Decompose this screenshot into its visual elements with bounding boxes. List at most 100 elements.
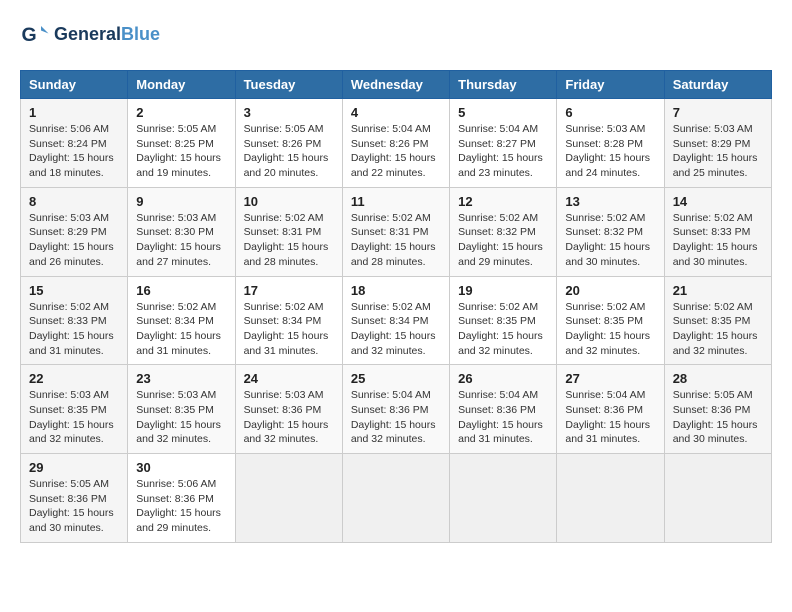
- day-info: Sunrise: 5:04 AMSunset: 8:36 PMDaylight:…: [351, 388, 441, 447]
- calendar-day-cell: 29 Sunrise: 5:05 AMSunset: 8:36 PMDayligh…: [21, 454, 128, 543]
- day-info: Sunrise: 5:02 AMSunset: 8:34 PMDaylight:…: [136, 300, 226, 359]
- day-info: Sunrise: 5:03 AMSunset: 8:29 PMDaylight:…: [673, 122, 763, 181]
- day-number: 4: [351, 105, 441, 120]
- weekday-header: Tuesday: [235, 71, 342, 99]
- logo-icon: G: [20, 20, 50, 50]
- calendar-day-cell: 13Sunrise: 5:02 AMSunset: 8:32 PMDayligh…: [557, 187, 664, 276]
- calendar-day-cell: 12 Sunrise: 5:02 AMSunset: 8:32 PMDayligh…: [450, 187, 557, 276]
- calendar-day-cell: 19 Sunrise: 5:02 AMSunset: 8:35 PMDayligh…: [450, 276, 557, 365]
- calendar-day-cell: 1 Sunrise: 5:06 AMSunset: 8:24 PMDaylight…: [21, 99, 128, 188]
- calendar-week-row: 15 Sunrise: 5:02 AMSunset: 8:33 PMDayligh…: [21, 276, 772, 365]
- day-info: Sunrise: 5:06 AMSunset: 8:24 PMDaylight:…: [29, 122, 119, 181]
- day-number: 30: [136, 460, 226, 475]
- weekday-header: Sunday: [21, 71, 128, 99]
- calendar-day-cell: 2 Sunrise: 5:05 AMSunset: 8:25 PMDaylight…: [128, 99, 235, 188]
- calendar-week-row: 1 Sunrise: 5:06 AMSunset: 8:24 PMDaylight…: [21, 99, 772, 188]
- calendar-day-cell: 25 Sunrise: 5:04 AMSunset: 8:36 PMDayligh…: [342, 365, 449, 454]
- day-info: Sunrise: 5:02 AMSunset: 8:35 PMDaylight:…: [458, 300, 548, 359]
- calendar-day-cell: 15 Sunrise: 5:02 AMSunset: 8:33 PMDayligh…: [21, 276, 128, 365]
- day-number: 18: [351, 283, 441, 298]
- calendar-day-cell: 28Sunrise: 5:05 AMSunset: 8:36 PMDayligh…: [664, 365, 771, 454]
- day-number: 20: [565, 283, 655, 298]
- day-info: Sunrise: 5:02 AMSunset: 8:32 PMDaylight:…: [565, 211, 655, 270]
- day-info: Sunrise: 5:03 AMSunset: 8:29 PMDaylight:…: [29, 211, 119, 270]
- logo: G GeneralBlue: [20, 20, 160, 50]
- calendar-day-cell: 23 Sunrise: 5:03 AMSunset: 8:35 PMDayligh…: [128, 365, 235, 454]
- day-number: 17: [244, 283, 334, 298]
- calendar-day-cell: 20 Sunrise: 5:02 AMSunset: 8:35 PMDayligh…: [557, 276, 664, 365]
- day-info: Sunrise: 5:02 AMSunset: 8:35 PMDaylight:…: [673, 300, 763, 359]
- day-number: 3: [244, 105, 334, 120]
- day-info: Sunrise: 5:02 AMSunset: 8:32 PMDaylight:…: [458, 211, 548, 270]
- day-number: 27: [565, 371, 655, 386]
- calendar-day-cell: 6 Sunrise: 5:03 AMSunset: 8:28 PMDaylight…: [557, 99, 664, 188]
- day-number: 8: [29, 194, 119, 209]
- calendar-day-cell: [342, 454, 449, 543]
- day-info: Sunrise: 5:03 AMSunset: 8:30 PMDaylight:…: [136, 211, 226, 270]
- calendar-day-cell: [664, 454, 771, 543]
- calendar-table: SundayMondayTuesdayWednesdayThursdayFrid…: [20, 70, 772, 543]
- weekday-header: Thursday: [450, 71, 557, 99]
- calendar-day-cell: 5Sunrise: 5:04 AMSunset: 8:27 PMDaylight…: [450, 99, 557, 188]
- day-info: Sunrise: 5:02 AMSunset: 8:34 PMDaylight:…: [244, 300, 334, 359]
- calendar-day-cell: 24Sunrise: 5:03 AMSunset: 8:36 PMDayligh…: [235, 365, 342, 454]
- calendar-day-cell: 7Sunrise: 5:03 AMSunset: 8:29 PMDaylight…: [664, 99, 771, 188]
- calendar-day-cell: 22Sunrise: 5:03 AMSunset: 8:35 PMDayligh…: [21, 365, 128, 454]
- day-info: Sunrise: 5:04 AMSunset: 8:36 PMDaylight:…: [458, 388, 548, 447]
- day-info: Sunrise: 5:05 AMSunset: 8:25 PMDaylight:…: [136, 122, 226, 181]
- day-number: 2: [136, 105, 226, 120]
- day-number: 6: [565, 105, 655, 120]
- weekday-header-row: SundayMondayTuesdayWednesdayThursdayFrid…: [21, 71, 772, 99]
- day-info: Sunrise: 5:02 AMSunset: 8:31 PMDaylight:…: [351, 211, 441, 270]
- svg-text:G: G: [22, 24, 37, 46]
- calendar-day-cell: 11 Sunrise: 5:02 AMSunset: 8:31 PMDayligh…: [342, 187, 449, 276]
- day-number: 23: [136, 371, 226, 386]
- day-info: Sunrise: 5:03 AMSunset: 8:35 PMDaylight:…: [29, 388, 119, 447]
- day-number: 1: [29, 105, 119, 120]
- calendar-day-cell: 10 Sunrise: 5:02 AMSunset: 8:31 PMDayligh…: [235, 187, 342, 276]
- day-info: Sunrise: 5:04 AMSunset: 8:27 PMDaylight:…: [458, 122, 548, 181]
- day-number: 15: [29, 283, 119, 298]
- weekday-header: Monday: [128, 71, 235, 99]
- day-info: Sunrise: 5:02 AMSunset: 8:33 PMDaylight:…: [29, 300, 119, 359]
- day-info: Sunrise: 5:03 AMSunset: 8:36 PMDaylight:…: [244, 388, 334, 447]
- day-number: 16: [136, 283, 226, 298]
- calendar-day-cell: 18 Sunrise: 5:02 AMSunset: 8:34 PMDayligh…: [342, 276, 449, 365]
- day-info: Sunrise: 5:02 AMSunset: 8:31 PMDaylight:…: [244, 211, 334, 270]
- calendar-day-cell: 9 Sunrise: 5:03 AMSunset: 8:30 PMDaylight…: [128, 187, 235, 276]
- calendar-day-cell: 8 Sunrise: 5:03 AMSunset: 8:29 PMDaylight…: [21, 187, 128, 276]
- day-number: 25: [351, 371, 441, 386]
- day-number: 11: [351, 194, 441, 209]
- weekday-header: Wednesday: [342, 71, 449, 99]
- day-number: 21: [673, 283, 763, 298]
- calendar-day-cell: 21 Sunrise: 5:02 AMSunset: 8:35 PMDayligh…: [664, 276, 771, 365]
- day-number: 29: [29, 460, 119, 475]
- day-info: Sunrise: 5:03 AMSunset: 8:28 PMDaylight:…: [565, 122, 655, 181]
- weekday-header: Friday: [557, 71, 664, 99]
- calendar-day-cell: 3 Sunrise: 5:05 AMSunset: 8:26 PMDaylight…: [235, 99, 342, 188]
- calendar-day-cell: 16 Sunrise: 5:02 AMSunset: 8:34 PMDayligh…: [128, 276, 235, 365]
- day-info: Sunrise: 5:04 AMSunset: 8:26 PMDaylight:…: [351, 122, 441, 181]
- calendar-day-cell: 26 Sunrise: 5:04 AMSunset: 8:36 PMDayligh…: [450, 365, 557, 454]
- calendar-day-cell: [235, 454, 342, 543]
- day-info: Sunrise: 5:02 AMSunset: 8:34 PMDaylight:…: [351, 300, 441, 359]
- day-number: 12: [458, 194, 548, 209]
- day-info: Sunrise: 5:02 AMSunset: 8:35 PMDaylight:…: [565, 300, 655, 359]
- day-number: 9: [136, 194, 226, 209]
- calendar-week-row: 22Sunrise: 5:03 AMSunset: 8:35 PMDayligh…: [21, 365, 772, 454]
- day-number: 10: [244, 194, 334, 209]
- day-number: 26: [458, 371, 548, 386]
- calendar-day-cell: 14 Sunrise: 5:02 AMSunset: 8:33 PMDayligh…: [664, 187, 771, 276]
- day-number: 28: [673, 371, 763, 386]
- day-info: Sunrise: 5:05 AMSunset: 8:36 PMDaylight:…: [29, 477, 119, 536]
- day-info: Sunrise: 5:02 AMSunset: 8:33 PMDaylight:…: [673, 211, 763, 270]
- calendar-day-cell: 4 Sunrise: 5:04 AMSunset: 8:26 PMDaylight…: [342, 99, 449, 188]
- day-info: Sunrise: 5:05 AMSunset: 8:26 PMDaylight:…: [244, 122, 334, 181]
- day-info: Sunrise: 5:03 AMSunset: 8:35 PMDaylight:…: [136, 388, 226, 447]
- day-info: Sunrise: 5:04 AMSunset: 8:36 PMDaylight:…: [565, 388, 655, 447]
- day-number: 14: [673, 194, 763, 209]
- day-number: 19: [458, 283, 548, 298]
- calendar-day-cell: 30 Sunrise: 5:06 AMSunset: 8:36 PMDayligh…: [128, 454, 235, 543]
- logo-text: GeneralBlue: [54, 25, 160, 45]
- day-info: Sunrise: 5:06 AMSunset: 8:36 PMDaylight:…: [136, 477, 226, 536]
